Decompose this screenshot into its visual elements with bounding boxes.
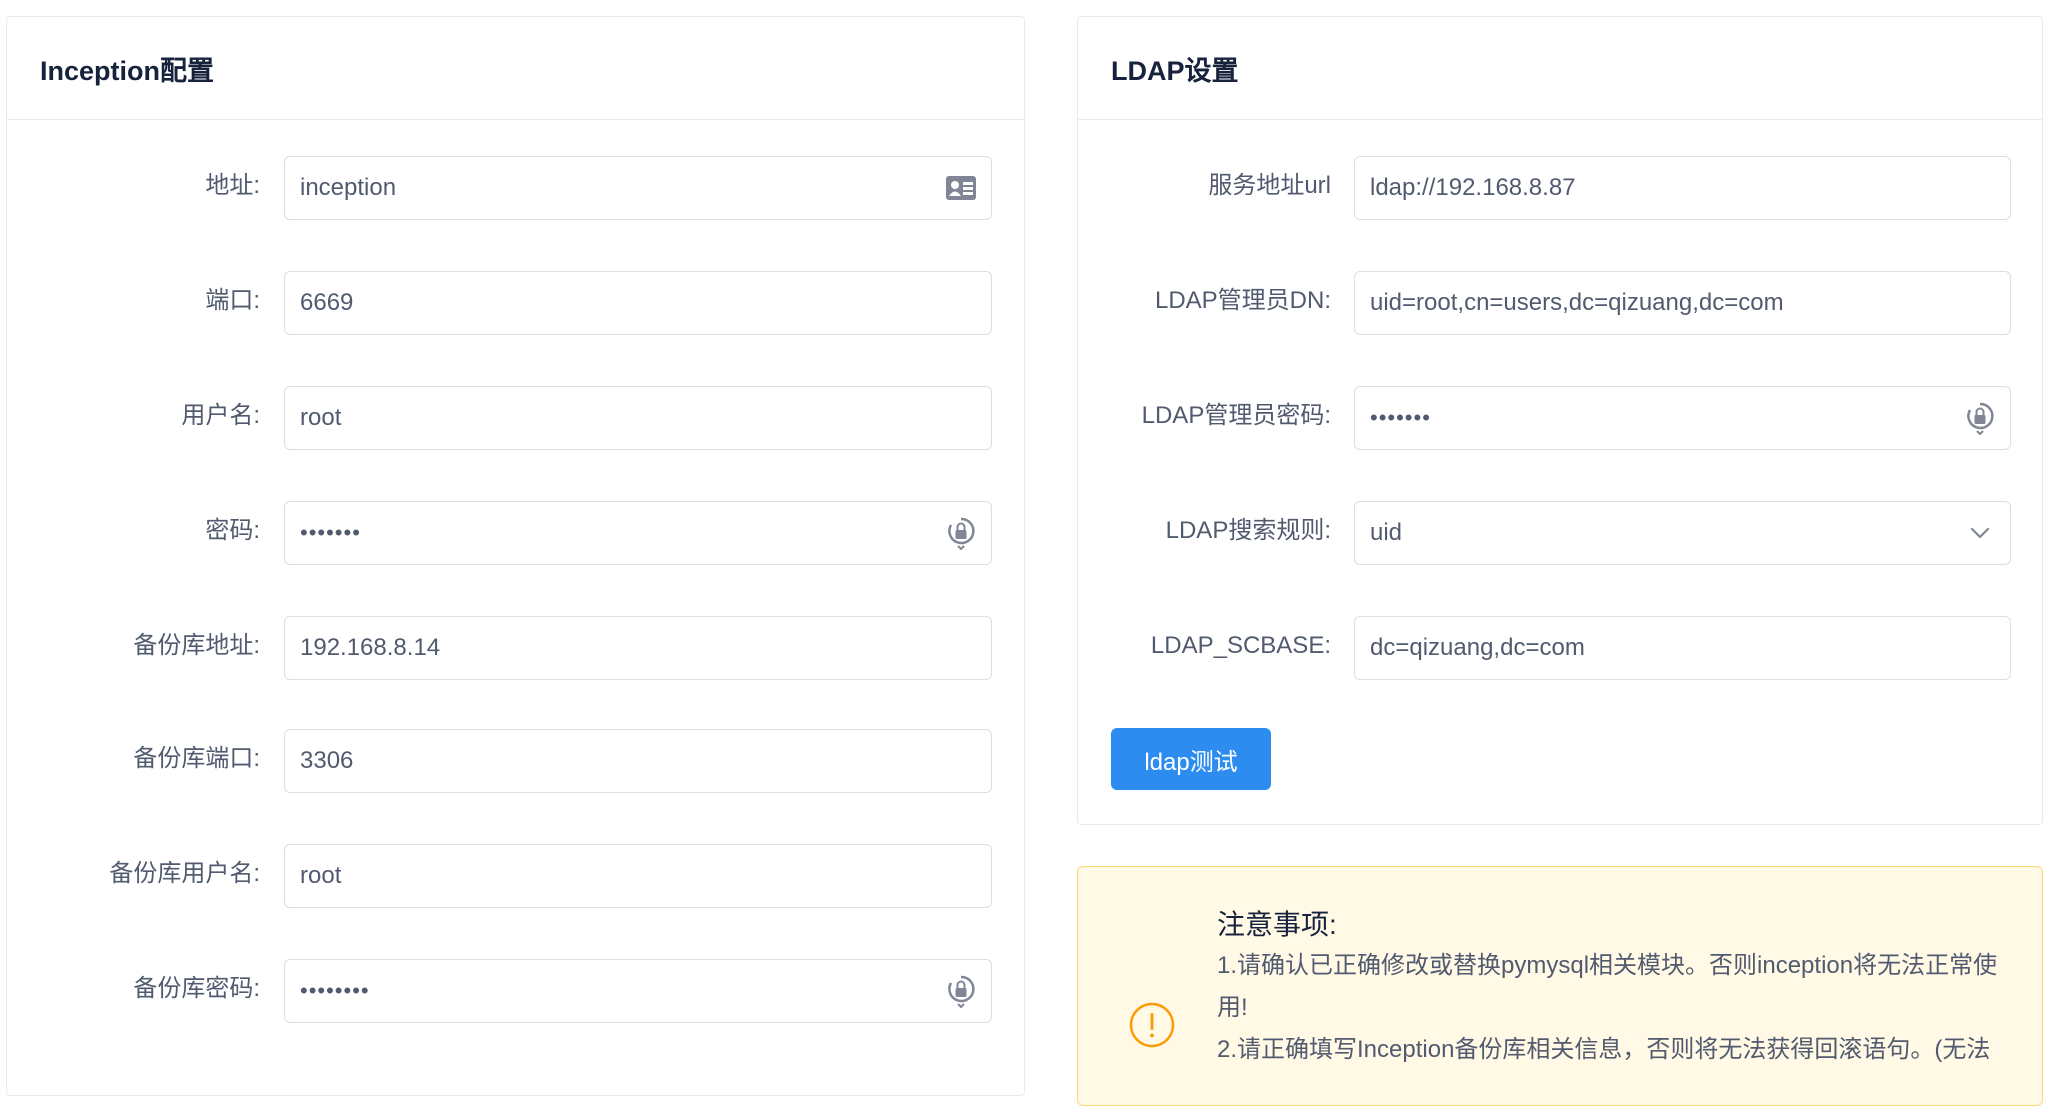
ldap-admin-dn-label: LDAP管理员DN: [1154,287,1331,314]
inception-port-input[interactable]: 6669 [284,271,992,335]
ldap-url-label: 服务地址url [1208,172,1331,199]
inception-username-input[interactable]: root [284,386,992,450]
form-row-address: 地址: inception [7,156,1024,220]
warning-circle-icon [1129,1002,1175,1048]
backup-username-input[interactable]: root [284,844,992,908]
form-row-ldap-search-rule: LDAP搜索规则: uid [1078,501,2042,565]
backup-address-label: 备份库地址: [133,632,260,659]
ldap-scbase-label: LDAP_SCBASE: [1150,632,1331,659]
chevron-down-icon [1950,502,2010,564]
backup-port-label: 备份库端口: [133,745,260,772]
form-row-backup-port: 备份库端口: 3306 [7,729,1024,793]
ldap-scbase-input[interactable]: dc=qizuang,dc=com [1354,616,2011,680]
ldap-search-rule-select[interactable]: uid [1354,501,2011,565]
username-label: 用户名: [181,402,260,429]
backup-username-label: 备份库用户名: [109,860,260,887]
inception-card: Inception配置 地址: inception 端口: 6669 用户名: … [6,16,1025,1096]
ldap-card: LDAP设置 服务地址url ldap://192.168.8.87 LDAP管… [1077,16,2043,825]
ldap-search-rule-label: LDAP搜索规则: [1165,517,1331,544]
form-row-port: 端口: 6669 [7,271,1024,335]
ldap-test-button[interactable]: ldap测试 [1111,728,1271,790]
ldap-admin-dn-input[interactable]: uid=root,cn=users,dc=qizuang,dc=com [1354,271,2011,335]
inception-card-title: Inception配置 [40,55,214,86]
ldap-admin-password-input[interactable]: ••••••• [1354,386,2011,450]
password-lock-icon[interactable] [931,502,991,564]
ldap-card-header: LDAP设置 [1078,17,2042,120]
form-row-password: 密码: ••••••• [7,501,1024,565]
form-row-backup-password: 备份库密码: •••••••• [7,959,1024,1023]
backup-password-label: 备份库密码: [133,975,260,1002]
backup-address-input[interactable]: 192.168.8.14 [284,616,992,680]
address-label: 地址: [205,172,260,199]
inception-password-input[interactable]: ••••••• [284,501,992,565]
ldap-card-title: LDAP设置 [1111,55,1239,86]
id-card-icon [931,157,991,219]
backup-password-input[interactable]: •••••••• [284,959,992,1023]
notice-alert: 注意事项: 1.请确认已正确修改或替换pymysql相关模块。否则incepti… [1077,866,2043,1106]
ldap-admin-password-label: LDAP管理员密码: [1141,402,1331,429]
form-row-username: 用户名: root [7,386,1024,450]
inception-address-input[interactable]: inception [284,156,992,220]
form-row-backup-address: 备份库地址: 192.168.8.14 [7,616,1024,680]
form-row-backup-username: 备份库用户名: root [7,844,1024,908]
password-lock-icon[interactable] [931,960,991,1022]
inception-card-header: Inception配置 [7,17,1024,120]
form-row-ldap-admin-dn: LDAP管理员DN: uid=root,cn=users,dc=qizuang,… [1078,271,2042,335]
backup-port-input[interactable]: 3306 [284,729,992,793]
port-label: 端口: [205,287,260,314]
form-row-ldap-url: 服务地址url ldap://192.168.8.87 [1078,156,2042,220]
password-label: 密码: [205,517,260,544]
ldap-url-input[interactable]: ldap://192.168.8.87 [1354,156,2011,220]
form-row-ldap-scbase: LDAP_SCBASE: dc=qizuang,dc=com [1078,616,2042,680]
notice-line-1: 1.请确认已正确修改或替换pymysql相关模块。否则inception将无法正… [1217,952,1998,1021]
notice-description: 1.请确认已正确修改或替换pymysql相关模块。否则inception将无法正… [1217,945,2017,1071]
notice-line-2: 2.请正确填写Inception备份库相关信息，否则将无法获得回滚语句。(无法 [1217,1036,1991,1063]
password-lock-icon[interactable] [1950,387,2010,449]
notice-title: 注意事项: [1217,909,1337,940]
form-row-ldap-admin-password: LDAP管理员密码: ••••••• [1078,386,2042,450]
